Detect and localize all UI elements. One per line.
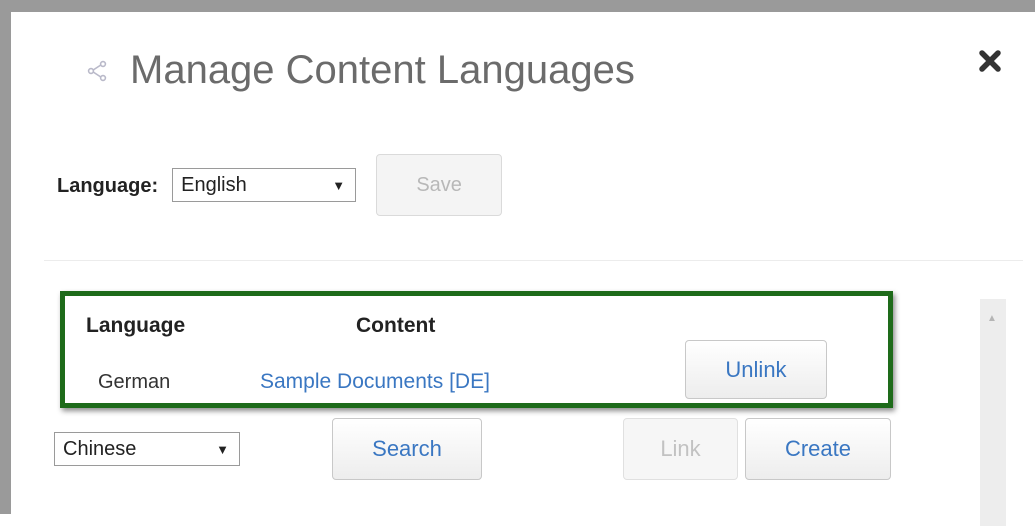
language-select[interactable]: English ▼ [172,168,357,202]
save-button[interactable]: Save [376,154,503,216]
dialog-header: Manage Content Languages [86,48,635,93]
link-button[interactable]: Link [623,418,738,480]
share-icon [87,60,107,81]
unlink-button[interactable]: Unlink [685,340,827,399]
column-header-language: Language [86,314,186,337]
create-button[interactable]: Create [745,418,891,480]
manage-languages-dialog: Manage Content Languages Language: Engli… [11,12,1035,526]
column-header-content: Content [356,314,436,337]
divider [44,260,1023,261]
dialog-title: Manage Content Languages [130,48,635,92]
language-select-value: English [181,173,247,196]
search-button[interactable]: Search [332,418,482,480]
scroll-up-arrow-icon[interactable]: ▲ [987,313,997,324]
scrollbar[interactable]: ▲ [980,299,1006,526]
dropdown-arrow-icon: ▼ [332,178,346,193]
window-frame-left [0,0,11,514]
row-content-link[interactable]: Sample Documents [DE] [260,370,490,394]
language-row: Language: English ▼ Save [57,154,503,216]
close-icon[interactable] [977,48,1003,74]
dropdown-arrow-icon: ▼ [216,442,229,457]
row-language: German [98,371,171,393]
language-label: Language: [57,174,159,197]
new-language-select[interactable]: Chinese ▼ [54,432,240,466]
window-frame-top [0,0,1035,12]
new-language-select-value: Chinese [63,437,137,460]
